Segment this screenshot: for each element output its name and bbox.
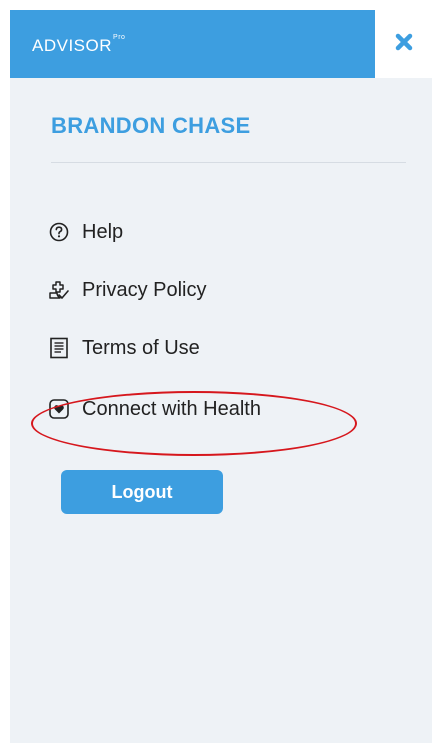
app-logo-sup: Pro <box>113 34 126 41</box>
menu-item-terms-of-use[interactable]: Terms of Use <box>48 331 200 365</box>
user-name: BRANDON CHASE <box>51 113 251 138</box>
side-menu-panel: ADVISORPro BRANDON CHASE Help Privacy Po… <box>10 10 432 743</box>
divider <box>51 162 406 163</box>
close-x-icon <box>394 32 414 57</box>
brand-bar: ADVISORPro <box>10 10 375 78</box>
menu-item-label: Connect with Health <box>82 397 261 420</box>
privacy-shield-icon <box>48 279 70 301</box>
menu-item-connect-with-health[interactable]: Connect with Health <box>48 392 261 426</box>
app-logo-text: ADVISOR <box>32 36 113 55</box>
menu-item-help[interactable]: Help <box>48 215 123 249</box>
menu-item-label: Privacy Policy <box>82 278 207 301</box>
health-heart-icon <box>48 398 70 420</box>
close-button[interactable] <box>375 10 432 78</box>
menu-item-privacy-policy[interactable]: Privacy Policy <box>48 273 206 307</box>
menu-item-label: Terms of Use <box>82 336 200 359</box>
menu-item-label: Help <box>82 220 124 243</box>
logout-button[interactable]: Logout <box>61 470 223 514</box>
help-circle-icon <box>48 221 70 243</box>
top-bar: ADVISORPro <box>10 10 432 78</box>
app-logo: ADVISORPro <box>32 34 126 56</box>
document-icon <box>48 337 70 359</box>
